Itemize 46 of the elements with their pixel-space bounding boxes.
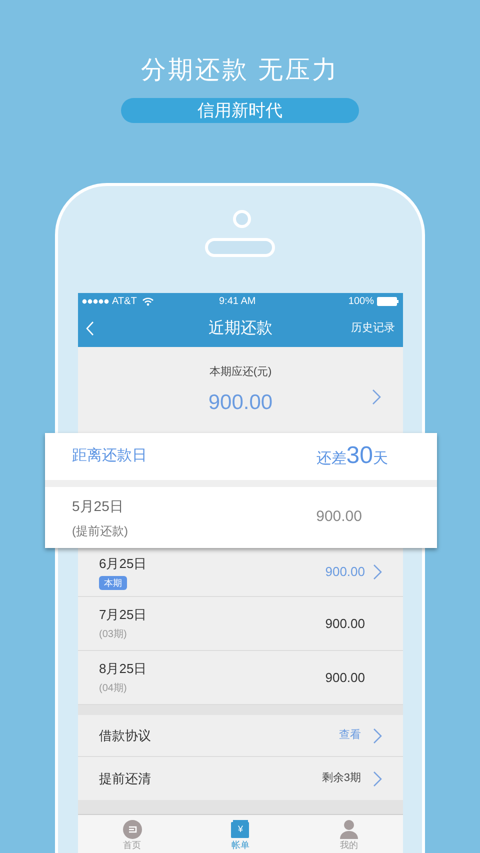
countdown-part: 30 — [346, 442, 373, 469]
signal-icon — [82, 299, 109, 304]
installment-amount: 900.00 — [325, 563, 365, 582]
back-icon — [86, 321, 94, 336]
due-date: 6月25日 — [99, 555, 147, 574]
period-note: (提前还款) — [72, 522, 128, 540]
chevron-right-icon — [373, 728, 382, 744]
status-time: 9:41 AM — [219, 295, 256, 309]
tagline-banner: 信用新时代 — [121, 98, 359, 123]
due-date: 7月25日 — [99, 606, 147, 624]
current-badge: 本期 — [99, 576, 127, 590]
battery-icon — [377, 297, 399, 306]
battery-percent: 100% — [348, 295, 374, 309]
settings-row[interactable]: 提前还清 剩余3期 — [78, 757, 403, 800]
speaker-icon — [205, 238, 275, 257]
countdown-part: 还差 — [316, 448, 346, 469]
home-icon — [122, 820, 142, 838]
countdown-label: 距离还款日 — [72, 446, 147, 466]
carrier-label: AT&T — [112, 295, 137, 309]
installment-amount: 900.00 — [325, 614, 365, 633]
installment-amount: 900.00 — [325, 668, 365, 687]
summary-panel[interactable]: 本期应还(元) 900.00 — [78, 347, 403, 433]
installment-row[interactable]: 7月25日 (03期) 900.00 — [78, 597, 403, 651]
row-label: 借款协议 — [99, 726, 151, 745]
wallet-icon — [231, 820, 250, 838]
due-date: 8月25日 — [99, 660, 147, 678]
due-date: 5月25日 — [72, 496, 124, 516]
chevron-right-icon — [373, 564, 382, 580]
installment-amount: 900.00 — [316, 507, 362, 528]
period-note: (03期) — [99, 628, 128, 642]
chevron-right-icon — [372, 389, 381, 405]
remaining-label: 剩余3期 — [322, 771, 361, 786]
camera-icon — [233, 210, 251, 228]
headline: 分期还款 无压力 — [141, 55, 339, 86]
screen-title: 近期还款 — [208, 318, 272, 338]
back-button[interactable] — [86, 321, 94, 336]
summary-label: 本期应还(元) — [209, 364, 272, 380]
countdown-part: 天 — [373, 448, 388, 469]
user-icon — [340, 820, 358, 838]
wifi-icon — [142, 297, 154, 306]
summary-amount: 900.00 — [208, 390, 273, 416]
period-note: (04期) — [99, 682, 128, 696]
yen-sign: ¥ — [238, 824, 243, 834]
chevron-right-icon — [373, 770, 382, 786]
settings-row[interactable]: 借款协议 查看 — [78, 715, 403, 757]
row-label: 提前还清 — [99, 770, 151, 788]
